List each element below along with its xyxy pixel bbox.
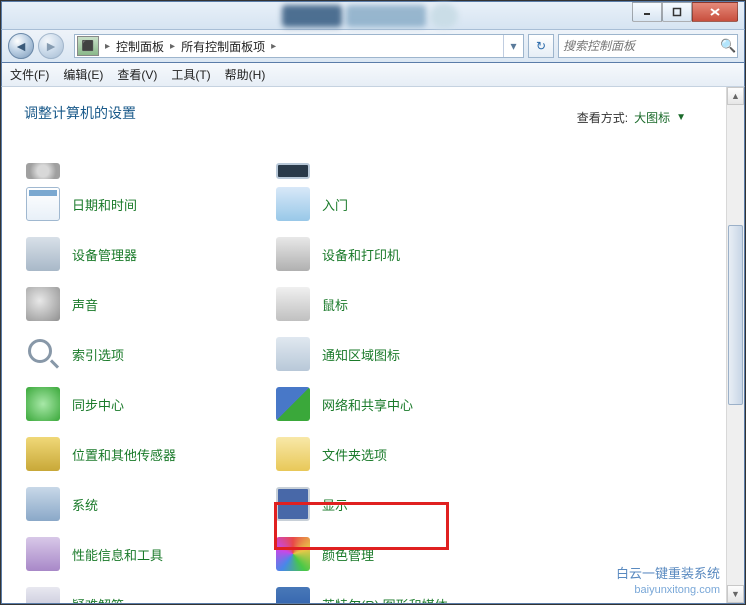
menu-file[interactable]: 文件(F)	[10, 66, 49, 83]
control-panel-item[interactable]: 疑难解答	[24, 579, 274, 603]
sync-icon	[26, 387, 60, 421]
item-label: 设备和打印机	[322, 245, 400, 264]
crumb-control-panel[interactable]: 控制面板	[114, 38, 166, 55]
loc-icon	[26, 437, 60, 471]
scroll-up-button[interactable]: ▲	[727, 87, 744, 105]
control-panel-item[interactable]: 英特尔(R) 图形和媒体	[274, 579, 524, 603]
mouse-icon	[276, 287, 310, 321]
menu-tools[interactable]: 工具(T)	[171, 66, 210, 83]
chevron-down-icon[interactable]: ▾	[503, 35, 523, 57]
control-panel-item[interactable]: 系统	[24, 479, 274, 529]
tray-icon	[276, 337, 310, 371]
view-mode: 查看方式: 大图标 ▼	[577, 109, 686, 126]
chevron-right-icon: ▸	[166, 41, 179, 52]
forward-button[interactable]: ►	[38, 33, 64, 59]
item-label: 通知区域图标	[322, 345, 400, 364]
title-bar	[1, 1, 745, 29]
item-label: 显示	[322, 495, 348, 514]
scroll-track[interactable]	[727, 105, 744, 585]
item-label: 颜色管理	[322, 545, 374, 564]
control-panel-item[interactable]: 声音	[24, 279, 274, 329]
item-label: 同步中心	[72, 395, 124, 414]
cal-icon	[26, 187, 60, 221]
item-label: 性能信息和工具	[72, 545, 163, 564]
folder-icon	[276, 437, 310, 471]
close-button[interactable]	[692, 2, 738, 22]
control-panel-item[interactable]: 日期和时间	[24, 179, 274, 229]
control-panel-item[interactable]: 性能信息和工具	[24, 529, 274, 579]
item-label: 英特尔(R) 图形和媒体	[322, 595, 448, 604]
search-icon[interactable]: 🔍	[720, 38, 736, 54]
crumb-all-items[interactable]: 所有控制面板项	[179, 38, 267, 55]
printer-icon	[276, 237, 310, 271]
disp-icon	[276, 487, 310, 521]
content-area: 调整计算机的设置 查看方式: 大图标 ▼ 日期和时间设备管理器声音索引选项同步中…	[1, 87, 745, 604]
intro-icon	[276, 187, 310, 221]
search-box[interactable]: 🔍	[558, 34, 738, 58]
control-panel-icon: ⬛	[77, 36, 99, 56]
item-label: 文件夹选项	[322, 445, 387, 464]
item-label: 索引选项	[72, 345, 124, 364]
gear-icon	[26, 163, 60, 179]
dev-icon	[26, 237, 60, 271]
intel-icon	[276, 587, 310, 603]
breadcrumb[interactable]: ⬛ ▸ 控制面板 ▸ 所有控制面板项 ▸ ▾	[74, 34, 524, 58]
control-panel-item[interactable]: 文件夹选项	[274, 429, 524, 479]
control-panel-item[interactable]	[24, 159, 274, 179]
net-icon	[276, 387, 310, 421]
view-label: 查看方式:	[577, 109, 628, 126]
item-label: 设备管理器	[72, 245, 137, 264]
item-label: 疑难解答	[72, 595, 124, 604]
menu-help[interactable]: 帮助(H)	[225, 66, 266, 83]
control-panel-item[interactable]: 设备管理器	[24, 229, 274, 279]
chevron-down-icon[interactable]: ▼	[676, 112, 686, 123]
menu-view[interactable]: 查看(V)	[117, 66, 157, 83]
control-panel-item[interactable]	[274, 159, 524, 179]
control-panel-item[interactable]: 索引选项	[24, 329, 274, 379]
items-grid: 日期和时间设备管理器声音索引选项同步中心位置和其他传感器系统性能信息和工具疑难解…	[24, 159, 722, 603]
perf-icon	[26, 537, 60, 571]
control-panel-item[interactable]: 设备和打印机	[274, 229, 524, 279]
item-label: 日期和时间	[72, 195, 137, 214]
watermark: 白云一键重装系统 baiyunxitong.com	[616, 566, 720, 597]
menu-bar: 文件(F) 编辑(E) 查看(V) 工具(T) 帮助(H)	[1, 63, 745, 87]
sys-icon	[26, 487, 60, 521]
mon-icon	[276, 163, 310, 179]
minimize-button[interactable]	[632, 2, 662, 22]
speaker-icon	[26, 287, 60, 321]
mag-icon	[26, 337, 60, 371]
control-panel-item[interactable]: 颜色管理	[274, 529, 524, 579]
item-label: 鼠标	[322, 295, 348, 314]
background-blur	[282, 2, 458, 30]
back-button[interactable]: ◄	[8, 33, 34, 59]
menu-edit[interactable]: 编辑(E)	[63, 66, 103, 83]
vertical-scrollbar[interactable]: ▲ ▼	[726, 87, 744, 603]
control-panel-item[interactable]: 鼠标	[274, 279, 524, 329]
item-label: 系统	[72, 495, 98, 514]
control-panel-item[interactable]: 网络和共享中心	[274, 379, 524, 429]
control-panel-item[interactable]: 通知区域图标	[274, 329, 524, 379]
item-label: 声音	[72, 295, 98, 314]
maximize-button[interactable]	[662, 2, 692, 22]
refresh-button[interactable]: ↻	[528, 34, 554, 58]
item-label: 位置和其他传感器	[72, 445, 176, 464]
control-panel-item[interactable]: 位置和其他传感器	[24, 429, 274, 479]
color-icon	[276, 537, 310, 571]
item-label: 入门	[322, 195, 348, 214]
chevron-right-icon: ▸	[101, 41, 114, 52]
address-bar: ◄ ► ⬛ ▸ 控制面板 ▸ 所有控制面板项 ▸ ▾ ↻ 🔍	[1, 29, 745, 63]
trouble-icon	[26, 587, 60, 603]
control-panel-item[interactable]: 显示	[274, 479, 524, 529]
control-panel-item[interactable]: 同步中心	[24, 379, 274, 429]
item-label: 网络和共享中心	[322, 395, 413, 414]
scroll-down-button[interactable]: ▼	[727, 585, 744, 603]
scroll-thumb[interactable]	[728, 225, 743, 405]
control-panel-item[interactable]: 入门	[274, 179, 524, 229]
view-mode-link[interactable]: 大图标	[634, 109, 670, 126]
search-input[interactable]	[563, 39, 720, 53]
chevron-right-icon: ▸	[267, 41, 280, 52]
